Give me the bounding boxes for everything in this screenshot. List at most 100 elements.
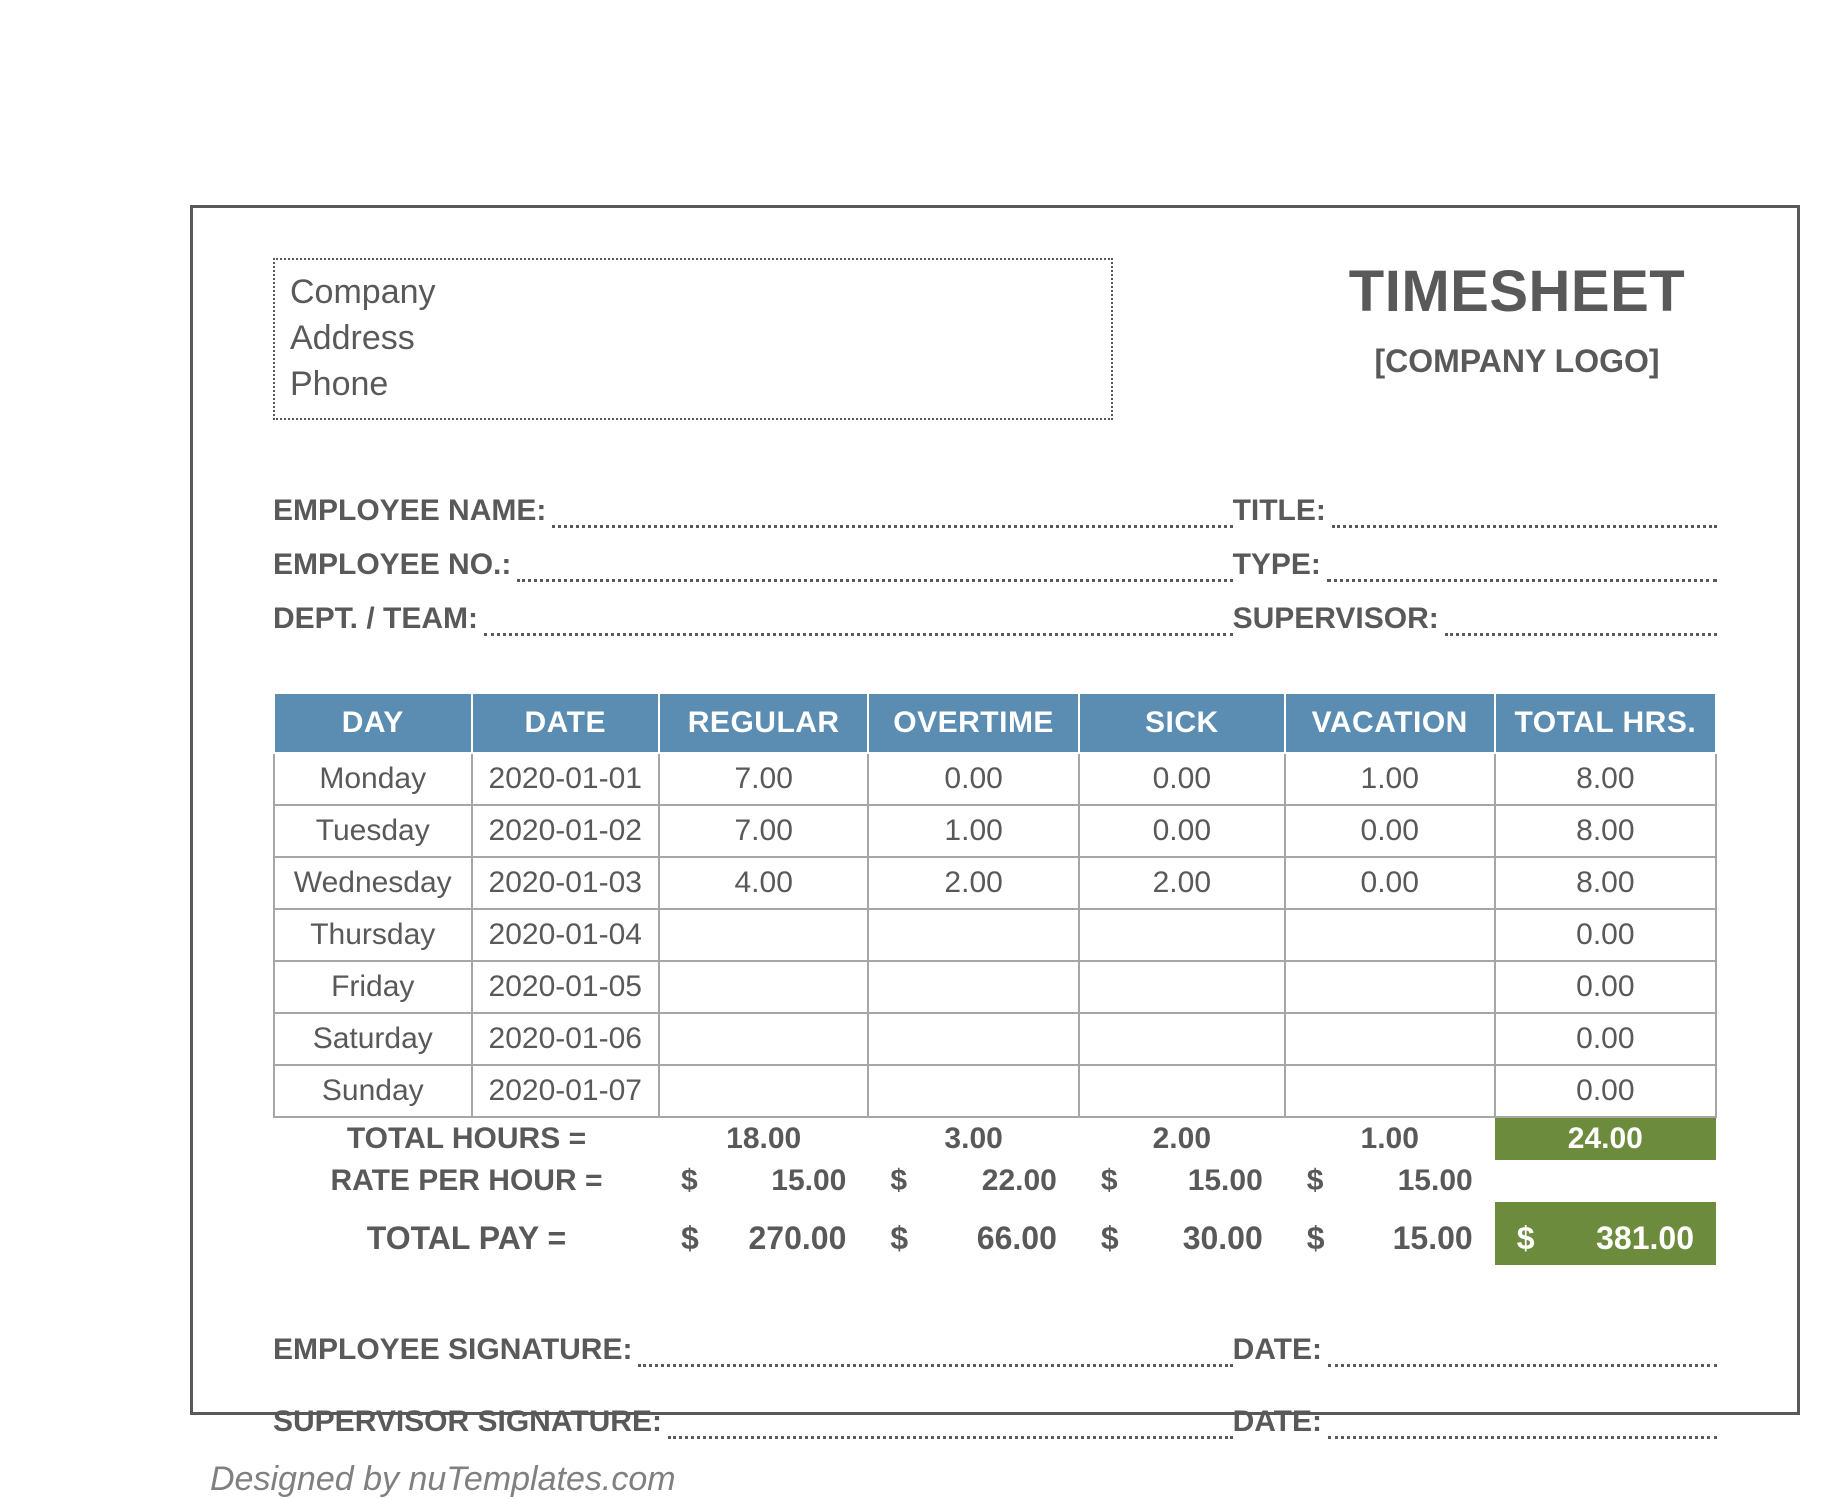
cell-sick[interactable] <box>1079 1065 1285 1117</box>
cell-day: Friday <box>274 961 472 1013</box>
employee-sign-date-label: DATE: <box>1233 1333 1322 1367</box>
cell-date: 2020-01-06 <box>472 1013 660 1065</box>
timesheet-card: Company Address Phone TIMESHEET [COMPANY… <box>190 205 1800 1415</box>
cell-overtime[interactable]: 2.00 <box>868 857 1078 909</box>
total-hours-vacation: 1.00 <box>1285 1117 1495 1160</box>
cell-overtime[interactable]: 0.00 <box>868 753 1078 805</box>
employee-name-label: EMPLOYEE NAME: <box>273 494 546 528</box>
supervisor-signature-field[interactable] <box>668 1412 1233 1439</box>
cell-vacation[interactable] <box>1285 1065 1495 1117</box>
cell-date: 2020-01-05 <box>472 961 660 1013</box>
page-title: TIMESHEET <box>1317 258 1717 325</box>
table-row: Wednesday2020-01-034.002.002.000.008.00 <box>274 857 1716 909</box>
rate-vacation: $15.00 <box>1285 1160 1495 1202</box>
company-logo-placeholder: [COMPANY LOGO] <box>1317 343 1717 380</box>
employee-sign-date-field[interactable] <box>1328 1340 1717 1367</box>
timesheet-table: DAY DATE REGULAR OVERTIME SICK VACATION … <box>273 692 1717 1265</box>
cell-date: 2020-01-03 <box>472 857 660 909</box>
table-row: Sunday2020-01-070.00 <box>274 1065 1716 1117</box>
employee-no-field[interactable] <box>517 555 1232 582</box>
cell-overtime[interactable] <box>868 909 1078 961</box>
company-address: Address <box>290 316 1096 362</box>
rate-total-blank <box>1495 1160 1716 1202</box>
company-name: Company <box>290 270 1096 316</box>
cell-vacation[interactable] <box>1285 909 1495 961</box>
cell-day: Monday <box>274 753 472 805</box>
cell-regular[interactable] <box>659 1013 868 1065</box>
cell-total: 0.00 <box>1495 961 1716 1013</box>
total-pay-label: TOTAL PAY = <box>274 1202 659 1265</box>
cell-sick[interactable] <box>1079 909 1285 961</box>
cell-vacation[interactable]: 1.00 <box>1285 753 1495 805</box>
cell-regular[interactable]: 7.00 <box>659 753 868 805</box>
cell-overtime[interactable] <box>868 1013 1078 1065</box>
rate-overtime: $22.00 <box>868 1160 1078 1202</box>
cell-day: Tuesday <box>274 805 472 857</box>
cell-sick[interactable] <box>1079 961 1285 1013</box>
employee-type-label: TYPE: <box>1233 548 1321 582</box>
cell-vacation[interactable] <box>1285 1013 1495 1065</box>
rate-label: RATE PER HOUR = <box>274 1160 659 1202</box>
table-row: Monday2020-01-017.000.000.001.008.00 <box>274 753 1716 805</box>
supervisor-sign-date-field[interactable] <box>1328 1412 1717 1439</box>
col-overtime: OVERTIME <box>868 693 1078 753</box>
employee-title-field[interactable] <box>1332 501 1717 528</box>
table-row: Saturday2020-01-06 0.00 <box>274 1013 1716 1065</box>
cell-date: 2020-01-07 <box>472 1065 660 1117</box>
pay-sick: $30.00 <box>1079 1202 1285 1265</box>
rate-sick: $15.00 <box>1079 1160 1285 1202</box>
employee-signature-label: EMPLOYEE SIGNATURE: <box>273 1333 632 1367</box>
cell-total: 0.00 <box>1495 1065 1716 1117</box>
cell-total: 8.00 <box>1495 753 1716 805</box>
dept-team-field[interactable] <box>484 609 1233 636</box>
cell-vacation[interactable]: 0.00 <box>1285 857 1495 909</box>
cell-date: 2020-01-02 <box>472 805 660 857</box>
company-phone: Phone <box>290 362 1096 408</box>
cell-regular[interactable] <box>659 961 868 1013</box>
employee-name-field[interactable] <box>552 501 1232 528</box>
table-row: Tuesday2020-01-027.001.000.000.008.00 <box>274 805 1716 857</box>
col-regular: REGULAR <box>659 693 868 753</box>
cell-day: Wednesday <box>274 857 472 909</box>
pay-vacation: $15.00 <box>1285 1202 1495 1265</box>
total-hours-label: TOTAL HOURS = <box>274 1117 659 1160</box>
col-day: DAY <box>274 693 472 753</box>
cell-regular[interactable] <box>659 909 868 961</box>
table-row: Friday2020-01-05 0.00 <box>274 961 1716 1013</box>
cell-vacation[interactable]: 0.00 <box>1285 805 1495 857</box>
employee-no-label: EMPLOYEE NO.: <box>273 548 511 582</box>
cell-day: Saturday <box>274 1013 472 1065</box>
cell-overtime[interactable]: 1.00 <box>868 805 1078 857</box>
cell-sick[interactable]: 0.00 <box>1079 805 1285 857</box>
cell-overtime[interactable] <box>868 961 1078 1013</box>
pay-regular: $270.00 <box>659 1202 868 1265</box>
cell-sick[interactable]: 0.00 <box>1079 753 1285 805</box>
supervisor-label: SUPERVISOR: <box>1233 602 1439 636</box>
cell-sick[interactable] <box>1079 1013 1285 1065</box>
cell-sick[interactable]: 2.00 <box>1079 857 1285 909</box>
col-total: TOTAL HRS. <box>1495 693 1716 753</box>
cell-date: 2020-01-04 <box>472 909 660 961</box>
employee-signature-field[interactable] <box>638 1340 1232 1367</box>
col-sick: SICK <box>1079 693 1285 753</box>
cell-total: 0.00 <box>1495 1013 1716 1065</box>
cell-regular[interactable]: 4.00 <box>659 857 868 909</box>
supervisor-sign-date-label: DATE: <box>1233 1405 1322 1439</box>
supervisor-signature-label: SUPERVISOR SIGNATURE: <box>273 1405 662 1439</box>
total-hours-overtime: 3.00 <box>868 1117 1078 1160</box>
cell-day: Thursday <box>274 909 472 961</box>
cell-regular[interactable]: 7.00 <box>659 805 868 857</box>
employee-type-field[interactable] <box>1327 555 1717 582</box>
company-info-box: Company Address Phone <box>273 258 1113 420</box>
cell-regular[interactable] <box>659 1065 868 1117</box>
total-hours-regular: 18.00 <box>659 1117 868 1160</box>
footer-credit: Designed by nuTemplates.com <box>210 1460 676 1499</box>
col-vacation: VACATION <box>1285 693 1495 753</box>
table-row: Thursday2020-01-04 0.00 <box>274 909 1716 961</box>
cell-overtime[interactable] <box>868 1065 1078 1117</box>
cell-total: 0.00 <box>1495 909 1716 961</box>
cell-vacation[interactable] <box>1285 961 1495 1013</box>
supervisor-field[interactable] <box>1445 609 1717 636</box>
rate-regular: $15.00 <box>659 1160 868 1202</box>
total-hours-sick: 2.00 <box>1079 1117 1285 1160</box>
